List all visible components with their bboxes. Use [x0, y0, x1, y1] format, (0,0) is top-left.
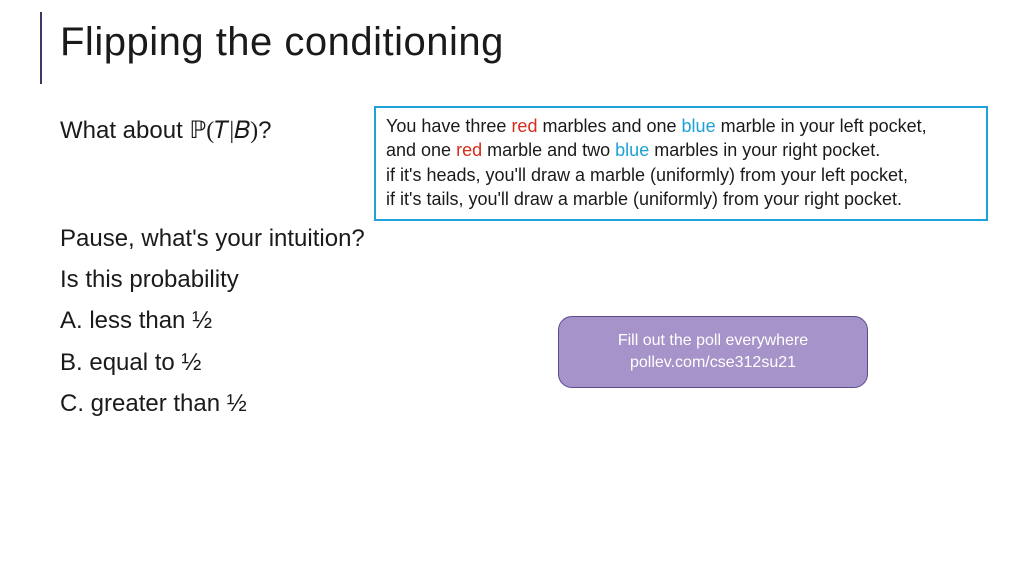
question-math: ℙ(𝑇|𝐵) — [189, 118, 258, 144]
callout-line-2: and one red marble and two blue marbles … — [386, 138, 976, 162]
poll-line-1: Fill out the poll everywhere — [618, 330, 808, 352]
callout-l1-blue: blue — [682, 116, 716, 136]
is-line: Is this probability — [60, 261, 365, 298]
question-line: What about ℙ(𝑇|𝐵)? — [60, 116, 272, 145]
callout-line-1: You have three red marbles and one blue … — [386, 114, 976, 138]
question-prefix: What about — [60, 117, 189, 144]
callout-l2-red: red — [456, 140, 482, 160]
slide-title: Flipping the conditioning — [60, 20, 504, 65]
callout-l2-a: and one — [386, 140, 456, 160]
option-b: B. equal to ½ — [60, 344, 365, 381]
callout-l1-c: marble in your left pocket, — [716, 116, 927, 136]
problem-callout: You have three red marbles and one blue … — [374, 106, 988, 221]
callout-l1-a: You have three — [386, 116, 511, 136]
option-a: A. less than ½ — [60, 302, 365, 339]
callout-l2-b: marble and two — [482, 140, 615, 160]
slide: Flipping the conditioning What about ℙ(𝑇… — [0, 0, 1024, 576]
callout-l1-b: marbles and one — [537, 116, 681, 136]
callout-l1-red: red — [511, 116, 537, 136]
poll-line-2: pollev.com/cse312su21 — [630, 352, 796, 374]
callout-l2-c: marbles in your right pocket. — [649, 140, 880, 160]
question-suffix: ? — [258, 117, 271, 144]
poll-box: Fill out the poll everywhere pollev.com/… — [558, 316, 868, 388]
callout-line-4: if it's tails, you'll draw a marble (uni… — [386, 187, 976, 211]
option-c: C. greater than ½ — [60, 385, 365, 422]
body-block: Pause, what's your intuition? Is this pr… — [60, 220, 365, 426]
callout-l2-blue: blue — [615, 140, 649, 160]
pause-line: Pause, what's your intuition? — [60, 220, 365, 257]
callout-line-3: if it's heads, you'll draw a marble (uni… — [386, 163, 976, 187]
title-accent-bar — [40, 12, 42, 84]
